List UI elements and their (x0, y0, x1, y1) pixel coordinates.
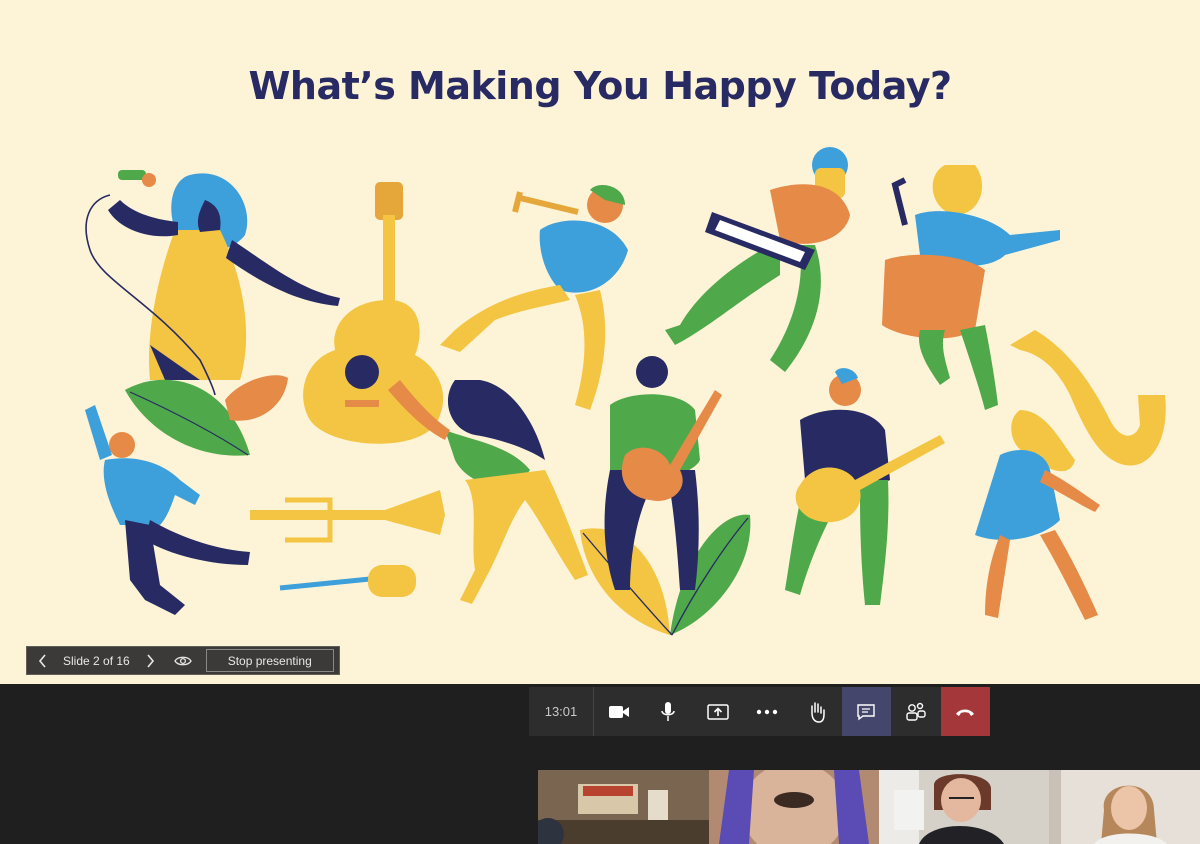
participant-video-strip (538, 770, 1200, 844)
raise-hand-button[interactable] (792, 687, 842, 736)
shared-slide: What’s Making You Happy Today? (0, 0, 1200, 684)
singer-right (975, 410, 1100, 620)
eye-icon (173, 656, 192, 665)
hang-up-button[interactable] (940, 687, 990, 736)
share-screen-button[interactable] (693, 687, 743, 736)
call-timer: 13:01 (529, 687, 594, 736)
meeting-window: What’s Making You Happy Today? Slide 2 o… (0, 0, 1200, 844)
share-screen-icon (707, 703, 729, 720)
hang-up-icon (956, 709, 975, 716)
trumpet-player (440, 185, 628, 410)
presenter-toolbar: Slide 2 of 16 Stop presenting (26, 646, 340, 675)
camera-button[interactable] (594, 687, 644, 736)
musicians-illustration (85, 147, 1166, 636)
participant-video-tile[interactable] (879, 770, 1049, 844)
participant-video-tile[interactable] (709, 770, 879, 844)
chat-icon (857, 703, 875, 720)
participant-video-tile[interactable] (1049, 770, 1200, 844)
next-slide-button[interactable] (134, 647, 166, 674)
previous-slide-button[interactable] (27, 647, 59, 674)
participant-video (879, 770, 1049, 844)
more-options-icon (757, 709, 778, 714)
call-controls-bar: 13:01 (529, 687, 990, 736)
participant-video-tile[interactable] (538, 770, 709, 844)
slide-counter: Slide 2 of 16 (63, 653, 130, 668)
participant-video (709, 770, 879, 844)
chevron-left-icon (38, 653, 46, 668)
chevron-right-icon (147, 653, 154, 668)
participant-video (1049, 770, 1200, 844)
keyboard-player (665, 147, 850, 372)
singer-figure (85, 170, 340, 396)
dancer-woman (388, 380, 588, 604)
view-slides-button[interactable] (166, 647, 200, 674)
participants-icon (906, 702, 926, 721)
microphone-button[interactable] (644, 687, 694, 736)
raise-hand-icon (811, 701, 825, 723)
more-options-button[interactable] (743, 687, 793, 736)
guitar (303, 182, 444, 444)
stop-presenting-button[interactable]: Stop presenting (205, 649, 334, 672)
camera-icon (608, 705, 629, 718)
chat-button[interactable] (841, 687, 891, 736)
acoustic-guitarist (785, 368, 945, 605)
microphone-icon (661, 701, 675, 721)
drummer-figure (882, 165, 1060, 410)
participants-button[interactable] (891, 687, 941, 736)
participant-video (538, 770, 709, 844)
